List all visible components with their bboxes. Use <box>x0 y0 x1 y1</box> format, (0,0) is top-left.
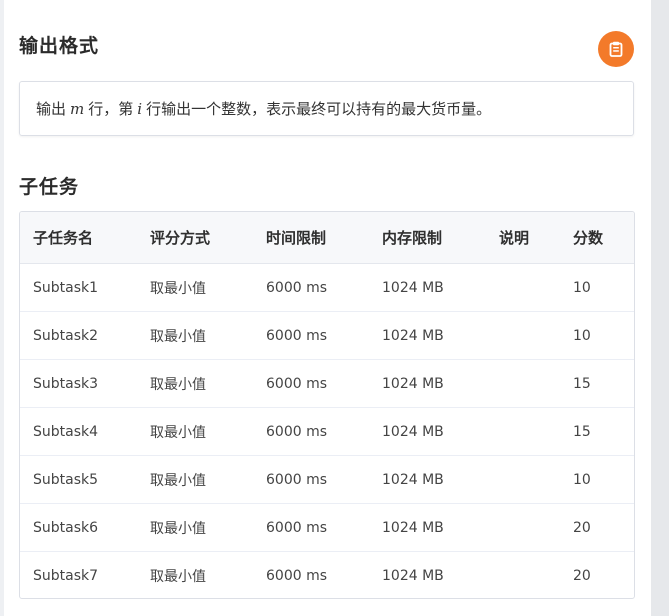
header-memory-limit: 内存限制 <box>382 229 443 247</box>
cell-memory-limit: 1024 MB <box>382 327 444 344</box>
cell-memory-limit: 1024 MB <box>382 519 444 536</box>
cell-scoring-method: 取最小值 <box>150 424 206 441</box>
header-subtask-name: 子任务名 <box>33 229 94 247</box>
output-var-i: i <box>137 99 143 118</box>
cell-scoring-method: 取最小值 <box>150 280 206 297</box>
cell-time-limit: 6000 ms <box>266 519 328 536</box>
cell-score: 15 <box>573 375 591 392</box>
cell-score: 10 <box>573 327 591 344</box>
header-description: 说明 <box>499 229 530 247</box>
copy-button[interactable] <box>598 31 634 67</box>
clipboard-icon <box>609 41 623 57</box>
cell-memory-limit: 1024 MB <box>382 471 444 488</box>
table-header: 子任务名 评分方式 时间限制 内存限制 说明 分数 <box>20 212 634 264</box>
table-row: Subtask1 取最小值 6000 ms 1024 MB 10 <box>20 264 634 312</box>
cell-subtask-name: Subtask1 <box>33 279 99 296</box>
cell-score: 10 <box>573 279 591 296</box>
cell-memory-limit: 1024 MB <box>382 279 444 296</box>
cell-subtask-name: Subtask7 <box>33 568 99 584</box>
output-text-before: 输出 <box>36 100 67 118</box>
cell-time-limit: 6000 ms <box>266 568 328 584</box>
table-row: Subtask7 取最小值 6000 ms 1024 MB 20 <box>20 552 634 598</box>
cell-scoring-method: 取最小值 <box>150 376 206 393</box>
cell-score: 10 <box>573 471 591 488</box>
header-score: 分数 <box>573 229 604 247</box>
cell-subtask-name: Subtask4 <box>33 423 99 440</box>
subtasks-title: 子任务 <box>19 176 80 198</box>
problem-panel: 输出格式 输出 m 行，第 i 行输出一个整数，表示最终可以持有的最大货币量。 … <box>4 0 651 616</box>
table-row: Subtask6 取最小值 6000 ms 1024 MB 20 <box>20 504 634 552</box>
table-row: Subtask5 取最小值 6000 ms 1024 MB 10 <box>20 456 634 504</box>
output-var-m: m <box>70 99 85 118</box>
cell-scoring-method: 取最小值 <box>150 569 206 585</box>
cell-time-limit: 6000 ms <box>266 471 328 488</box>
cell-scoring-method: 取最小值 <box>150 520 206 537</box>
output-format-box: 输出 m 行，第 i 行输出一个整数，表示最终可以持有的最大货币量。 <box>19 81 634 136</box>
output-format-title: 输出格式 <box>19 35 100 57</box>
cell-time-limit: 6000 ms <box>266 375 328 392</box>
cell-score: 15 <box>573 423 591 440</box>
output-text-after: 行输出一个整数，表示最终可以持有的最大货币量。 <box>146 100 492 118</box>
cell-memory-limit: 1024 MB <box>382 423 444 440</box>
header-scoring-method: 评分方式 <box>150 229 211 247</box>
cell-subtask-name: Subtask6 <box>33 519 99 536</box>
cell-memory-limit: 1024 MB <box>382 568 444 584</box>
cell-time-limit: 6000 ms <box>266 279 328 296</box>
cell-memory-limit: 1024 MB <box>382 375 444 392</box>
subtasks-table: 子任务名 评分方式 时间限制 内存限制 说明 分数 Subtask1 取最小值 … <box>19 211 635 599</box>
cell-subtask-name: Subtask3 <box>33 375 99 392</box>
header-time-limit: 时间限制 <box>266 229 327 247</box>
cell-subtask-name: Subtask2 <box>33 327 99 344</box>
page-scrollbar[interactable] <box>651 0 669 616</box>
table-row: Subtask3 取最小值 6000 ms 1024 MB 15 <box>20 360 634 408</box>
cell-time-limit: 6000 ms <box>266 423 328 440</box>
cell-scoring-method: 取最小值 <box>150 472 206 489</box>
cell-time-limit: 6000 ms <box>266 327 328 344</box>
table-row: Subtask4 取最小值 6000 ms 1024 MB 15 <box>20 408 634 456</box>
cell-score: 20 <box>573 519 591 536</box>
output-text-middle: 行，第 <box>88 100 134 118</box>
cell-scoring-method: 取最小值 <box>150 328 206 345</box>
cell-score: 20 <box>573 568 591 584</box>
cell-subtask-name: Subtask5 <box>33 471 99 488</box>
table-row: Subtask2 取最小值 6000 ms 1024 MB 10 <box>20 312 634 360</box>
